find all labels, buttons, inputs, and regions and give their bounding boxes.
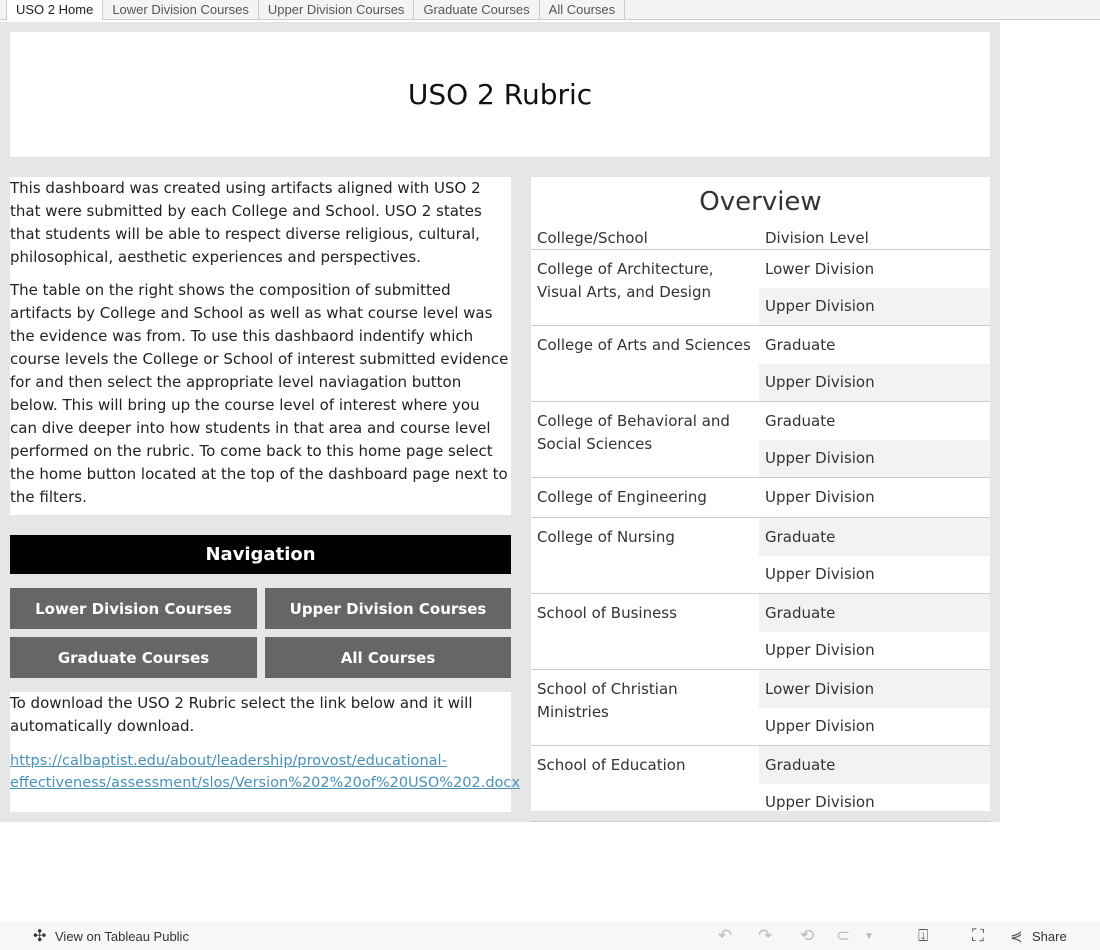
page-title: USO 2 Rubric [10,32,990,157]
division-level: Upper Division [765,487,875,506]
division-level: Upper Division [765,793,875,812]
share-button[interactable]: Share [1032,929,1067,944]
share-icon[interactable]: ⋞ [1010,927,1023,945]
rubric-download-link[interactable]: https://calbaptist.edu/about/leadership/… [10,750,520,794]
table-row-group: College of Behavioral and Social Science… [531,402,990,478]
view-on-tableau-link[interactable]: View on Tableau Public [55,929,189,944]
college-name: College of Arts and Sciences [537,336,751,354]
refresh-icon[interactable]: ⊂ [836,926,850,946]
division-level: Upper Division [759,439,990,477]
division-level: Lower Division [759,670,990,708]
college-name: School of Christian Ministries [537,680,678,721]
division-level: Graduate [759,746,990,784]
college-name: School of Business [537,604,677,622]
college-name: College of Engineering [537,488,707,506]
download-text: To download the USO 2 Rubric select the … [10,694,473,735]
tab-all-courses[interactable]: All Courses [540,0,626,20]
tableau-logo-icon: ✣ [33,928,47,945]
navigation-header: Navigation [10,535,511,574]
division-level: Graduate [765,335,836,354]
table-row-group: School of Christian Ministries Lower Divi… [531,670,990,746]
division-level: Lower Division [765,259,875,278]
table-header: College/School Division Level [531,227,990,250]
division-level: Upper Division [765,717,875,736]
tab-lower-division[interactable]: Lower Division Courses [103,0,259,20]
revert-icon[interactable]: ⟲ [800,926,814,946]
upper-division-button[interactable]: Upper Division Courses [265,588,511,629]
division-level: Graduate [759,518,990,556]
division-level: Upper Division [759,287,990,325]
tab-graduate[interactable]: Graduate Courses [414,0,540,20]
overview-table: Overview College/School Division Level C… [531,177,990,822]
tab-uso2-home[interactable]: USO 2 Home [6,0,104,20]
college-name: School of Education [537,756,686,774]
lower-division-button[interactable]: Lower Division Courses [10,588,257,629]
col-division-header: Division Level [765,229,869,247]
table-row-group: College of Engineering Upper Division [531,478,990,518]
division-level: Upper Division [765,565,875,584]
division-level: Graduate [765,411,836,430]
division-level: Graduate [759,594,990,632]
division-level: Upper Division [759,363,990,401]
table-row-group: College of Arts and Sciences Graduate Uppe… [531,326,990,402]
all-courses-button[interactable]: All Courses [265,637,511,678]
undo-icon[interactable]: ↶ [718,926,732,946]
college-name: College of Behavioral and Social Science… [537,412,730,453]
intro-text: This dashboard was created using artifac… [10,177,511,515]
download-icon[interactable]: ⍗ [918,926,928,946]
table-row-group: College of Nursing Graduate Upper Division [531,518,990,594]
redo-icon[interactable]: ↷ [758,926,772,946]
college-name: College of Architecture, Visual Arts, an… [537,260,714,301]
college-name: College of Nursing [537,528,675,546]
tab-upper-division[interactable]: Upper Division Courses [259,0,415,20]
sheet-tabs: USO 2 Home Lower Division Courses Upper … [0,0,1100,20]
graduate-courses-button[interactable]: Graduate Courses [10,637,257,678]
table-row-group: School of Education Graduate Upper Divisio… [531,746,990,822]
download-section: To download the USO 2 Rubric select the … [10,692,520,812]
table-row-group: College of Architecture, Visual Arts, an… [531,250,990,326]
intro-paragraph-2: The table on the right shows the composi… [10,281,509,506]
division-level: Upper Division [765,641,875,660]
intro-paragraph-1: This dashboard was created using artifac… [10,179,482,266]
refresh-dropdown-icon[interactable]: ▼ [864,931,874,942]
dashboard: USO 2 Rubric This dashboard was created … [0,22,1000,822]
col-college-header: College/School [537,229,648,247]
tableau-footer: ✣ View on Tableau Public ↶ ↷ ⟲ ⊂ ▼ ⍗ ⛶ ⋞… [0,922,1100,950]
overview-title: Overview [699,187,822,217]
fullscreen-icon[interactable]: ⛶ [972,926,984,946]
table-row-group: School of Business Graduate Upper Division [531,594,990,670]
